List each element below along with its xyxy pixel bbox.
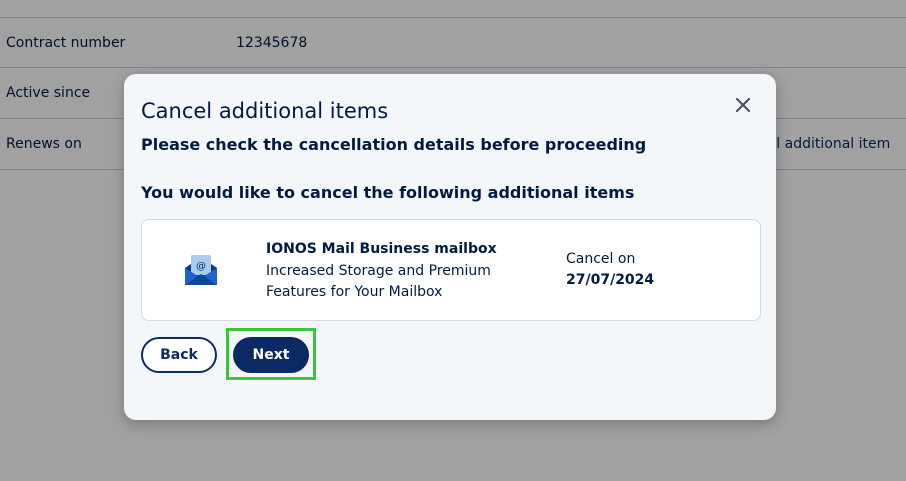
close-icon bbox=[736, 98, 750, 112]
item-description: Increased Storage and Premium Features f… bbox=[266, 263, 491, 300]
cancel-items-dialog: Cancel additional items Please check the… bbox=[124, 74, 776, 420]
next-button-highlight bbox=[226, 328, 316, 380]
item-name: IONOS Mail Business mailbox bbox=[266, 241, 497, 257]
cancel-date: 27/07/2024 bbox=[566, 272, 655, 288]
close-button[interactable] bbox=[732, 94, 754, 116]
item-card: @ IONOS Mail Business mailbox Increased … bbox=[141, 219, 761, 321]
dialog-subtitle: Please check the cancellation details be… bbox=[141, 135, 647, 154]
section-heading: You would like to cancel the following a… bbox=[141, 183, 635, 202]
mail-envelope-icon: @ bbox=[185, 255, 217, 285]
dialog-title: Cancel additional items bbox=[141, 99, 389, 123]
cancel-on-label: Cancel on bbox=[566, 251, 636, 267]
back-button[interactable]: Back bbox=[141, 337, 217, 373]
svg-text:@: @ bbox=[196, 261, 206, 272]
